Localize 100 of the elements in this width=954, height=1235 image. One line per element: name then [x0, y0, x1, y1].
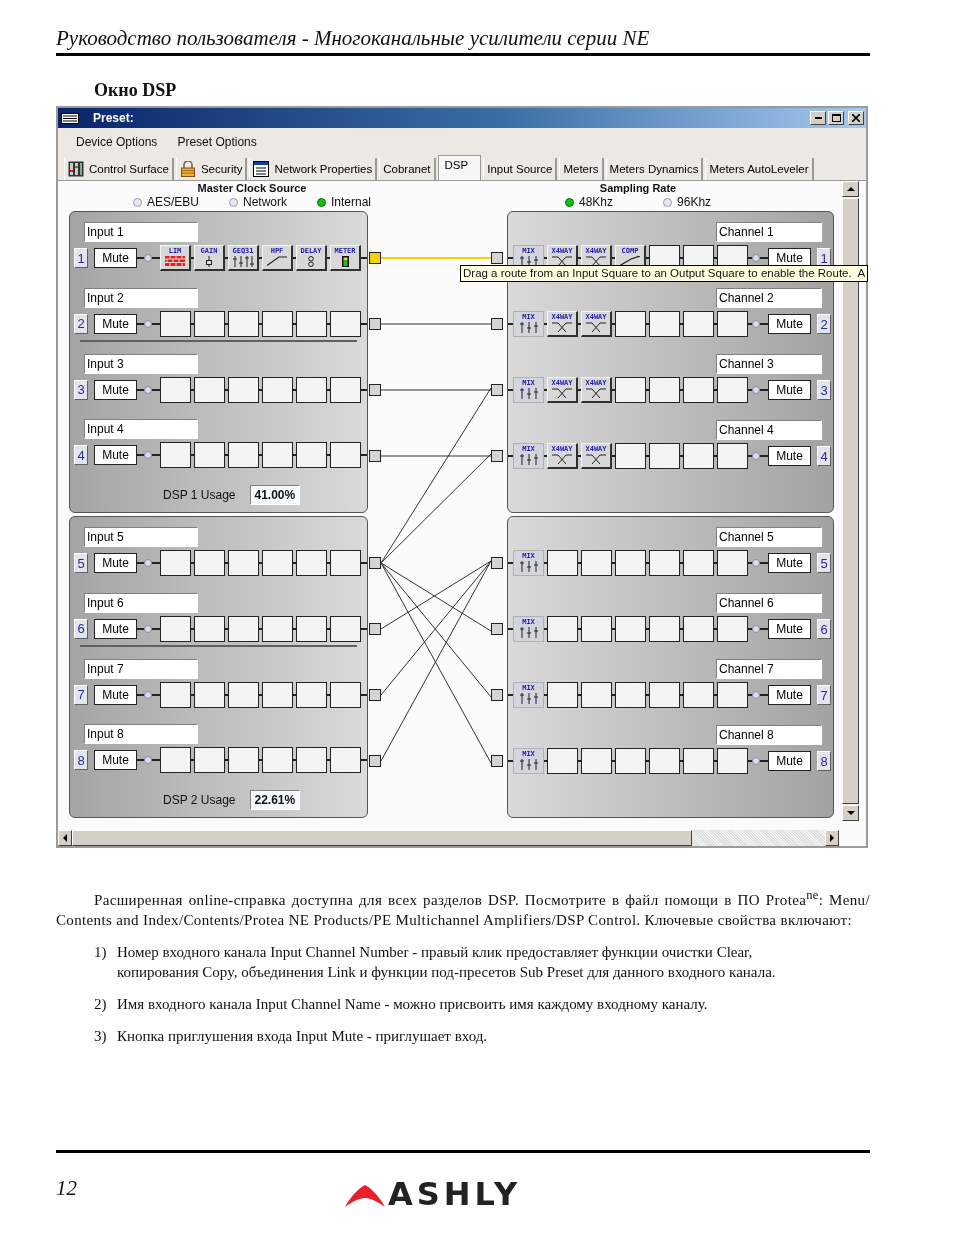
mute-button[interactable]: Mute [768, 446, 811, 466]
channel-number-button[interactable]: 7 [74, 684, 88, 705]
route-node[interactable] [369, 623, 381, 635]
route-node[interactable] [491, 557, 503, 569]
mute-button[interactable]: Mute [94, 750, 137, 771]
route-node[interactable] [491, 384, 503, 396]
mute-button[interactable]: Mute [94, 684, 137, 705]
route-node[interactable] [491, 689, 503, 701]
route-node[interactable] [369, 557, 381, 569]
route-node[interactable] [369, 318, 381, 330]
crossover-icon [552, 388, 572, 398]
horizontal-scrollbar[interactable] [58, 830, 839, 846]
maximize-button[interactable] [828, 111, 844, 125]
name-field[interactable]: Channel 7 [716, 659, 822, 679]
channel-number-button[interactable]: 8 [817, 751, 831, 771]
route-node[interactable] [369, 252, 381, 264]
close-button[interactable] [848, 111, 864, 125]
tab[interactable]: Cobranet [379, 158, 436, 180]
route-node[interactable] [491, 623, 503, 635]
led-icon [752, 691, 760, 699]
name-field[interactable]: Input 6 [84, 592, 198, 613]
name-field[interactable]: Input 3 [84, 353, 198, 374]
name-field[interactable]: Input 5 [84, 527, 198, 547]
mute-button[interactable]: Mute [768, 751, 811, 771]
tab[interactable]: Input Source [483, 158, 558, 180]
minimize-button[interactable] [810, 111, 826, 125]
list-number: 3) [94, 1027, 108, 1046]
channel-number-button[interactable]: 1 [74, 248, 88, 268]
radio-button[interactable] [132, 198, 142, 207]
name-field[interactable]: Input 1 [84, 222, 198, 242]
mute-button[interactable]: Mute [768, 314, 811, 334]
radio-label: 48Khz [579, 195, 614, 210]
tab[interactable]: Meters AutoLeveler [705, 158, 814, 180]
mute-button[interactable]: Mute [768, 380, 811, 400]
radio-button[interactable] [229, 198, 238, 207]
channel-number-button[interactable]: 4 [74, 445, 88, 466]
name-field[interactable]: Channel 5 [716, 527, 822, 547]
route-node[interactable] [369, 450, 381, 462]
channel-number-button[interactable]: 7 [817, 685, 831, 705]
scroll-thumb[interactable] [72, 830, 692, 846]
name-field[interactable]: Channel 6 [716, 593, 822, 613]
name-field[interactable]: Input 4 [84, 419, 198, 440]
channel-number-button[interactable]: 4 [817, 446, 831, 466]
radio-button[interactable] [317, 198, 326, 207]
channel-number-button[interactable]: 5 [74, 553, 88, 573]
mute-button[interactable]: Mute [94, 248, 137, 268]
menu-item[interactable]: Preset Options [177, 135, 257, 149]
tab[interactable]: Security [175, 158, 248, 180]
menu-item[interactable]: Device Options [76, 135, 158, 149]
channel-number-button[interactable]: 1 [817, 248, 831, 268]
route-node[interactable] [491, 755, 503, 767]
tab[interactable]: Network Properties [249, 158, 378, 180]
mute-button[interactable]: Mute [94, 618, 137, 639]
name-field[interactable]: Channel 3 [716, 354, 822, 374]
name-field[interactable]: Channel 8 [716, 725, 822, 745]
mute-button[interactable]: Mute [768, 619, 811, 639]
scroll-up-button[interactable] [842, 181, 859, 197]
name-field[interactable]: Input 2 [84, 287, 198, 308]
channel-number-button[interactable]: 6 [817, 619, 831, 639]
name-field[interactable]: Channel 2 [716, 288, 822, 308]
led-icon [144, 690, 152, 699]
mute-button[interactable]: Mute [768, 685, 811, 705]
list-item-text: Номер входного канала Input Channel Number - правый клик предоставляет функции очистки Clear, копирования Copy, объединения Link и функции под-пресетов Sub Preset для данного входного канала. [117, 943, 777, 982]
channel-number-button[interactable]: 2 [74, 313, 88, 334]
radio-button[interactable] [663, 198, 673, 207]
channel-number-button[interactable]: 6 [74, 618, 88, 639]
scroll-down-button[interactable] [842, 805, 859, 821]
tab[interactable]: DSP [437, 155, 482, 180]
route-node[interactable] [491, 318, 503, 330]
route-node[interactable] [369, 384, 381, 396]
channel-number-button[interactable]: 3 [817, 380, 831, 400]
channel-number-button[interactable]: 5 [817, 553, 831, 573]
led-icon [752, 559, 760, 567]
tab[interactable]: Control Surface [64, 158, 174, 180]
mute-button[interactable]: Mute [94, 553, 137, 573]
window-icon [253, 161, 270, 177]
radio-label: Network [243, 195, 287, 210]
route-node[interactable] [491, 450, 503, 462]
tab[interactable]: Meters [559, 158, 604, 180]
channel-number-button[interactable]: 2 [817, 314, 831, 334]
name-field[interactable]: Input 7 [84, 658, 198, 679]
list-item-text: Имя входного канала Input Channel Name - можно присвоить имя каждому входному каналу. [117, 995, 709, 1014]
list-number: 2) [94, 995, 108, 1014]
mute-button[interactable]: Mute [94, 379, 137, 400]
mute-button[interactable]: Mute [768, 248, 811, 268]
channel-number-button[interactable]: 3 [74, 379, 88, 400]
name-field[interactable]: Channel 1 [716, 222, 822, 242]
mute-button[interactable]: Mute [768, 553, 811, 573]
route-node[interactable] [491, 252, 503, 264]
tab[interactable]: Meters Dynamics [605, 158, 704, 180]
radio-button[interactable] [565, 198, 574, 207]
channel-number-button[interactable]: 8 [74, 750, 88, 771]
scroll-right-button[interactable] [825, 830, 839, 846]
route-node[interactable] [369, 689, 381, 701]
mute-button[interactable]: Mute [94, 313, 137, 334]
name-field[interactable]: Input 8 [84, 724, 198, 745]
mute-button[interactable]: Mute [94, 445, 137, 466]
scroll-left-button[interactable] [58, 830, 72, 846]
route-node[interactable] [369, 755, 381, 767]
name-field[interactable]: Channel 4 [716, 420, 822, 440]
